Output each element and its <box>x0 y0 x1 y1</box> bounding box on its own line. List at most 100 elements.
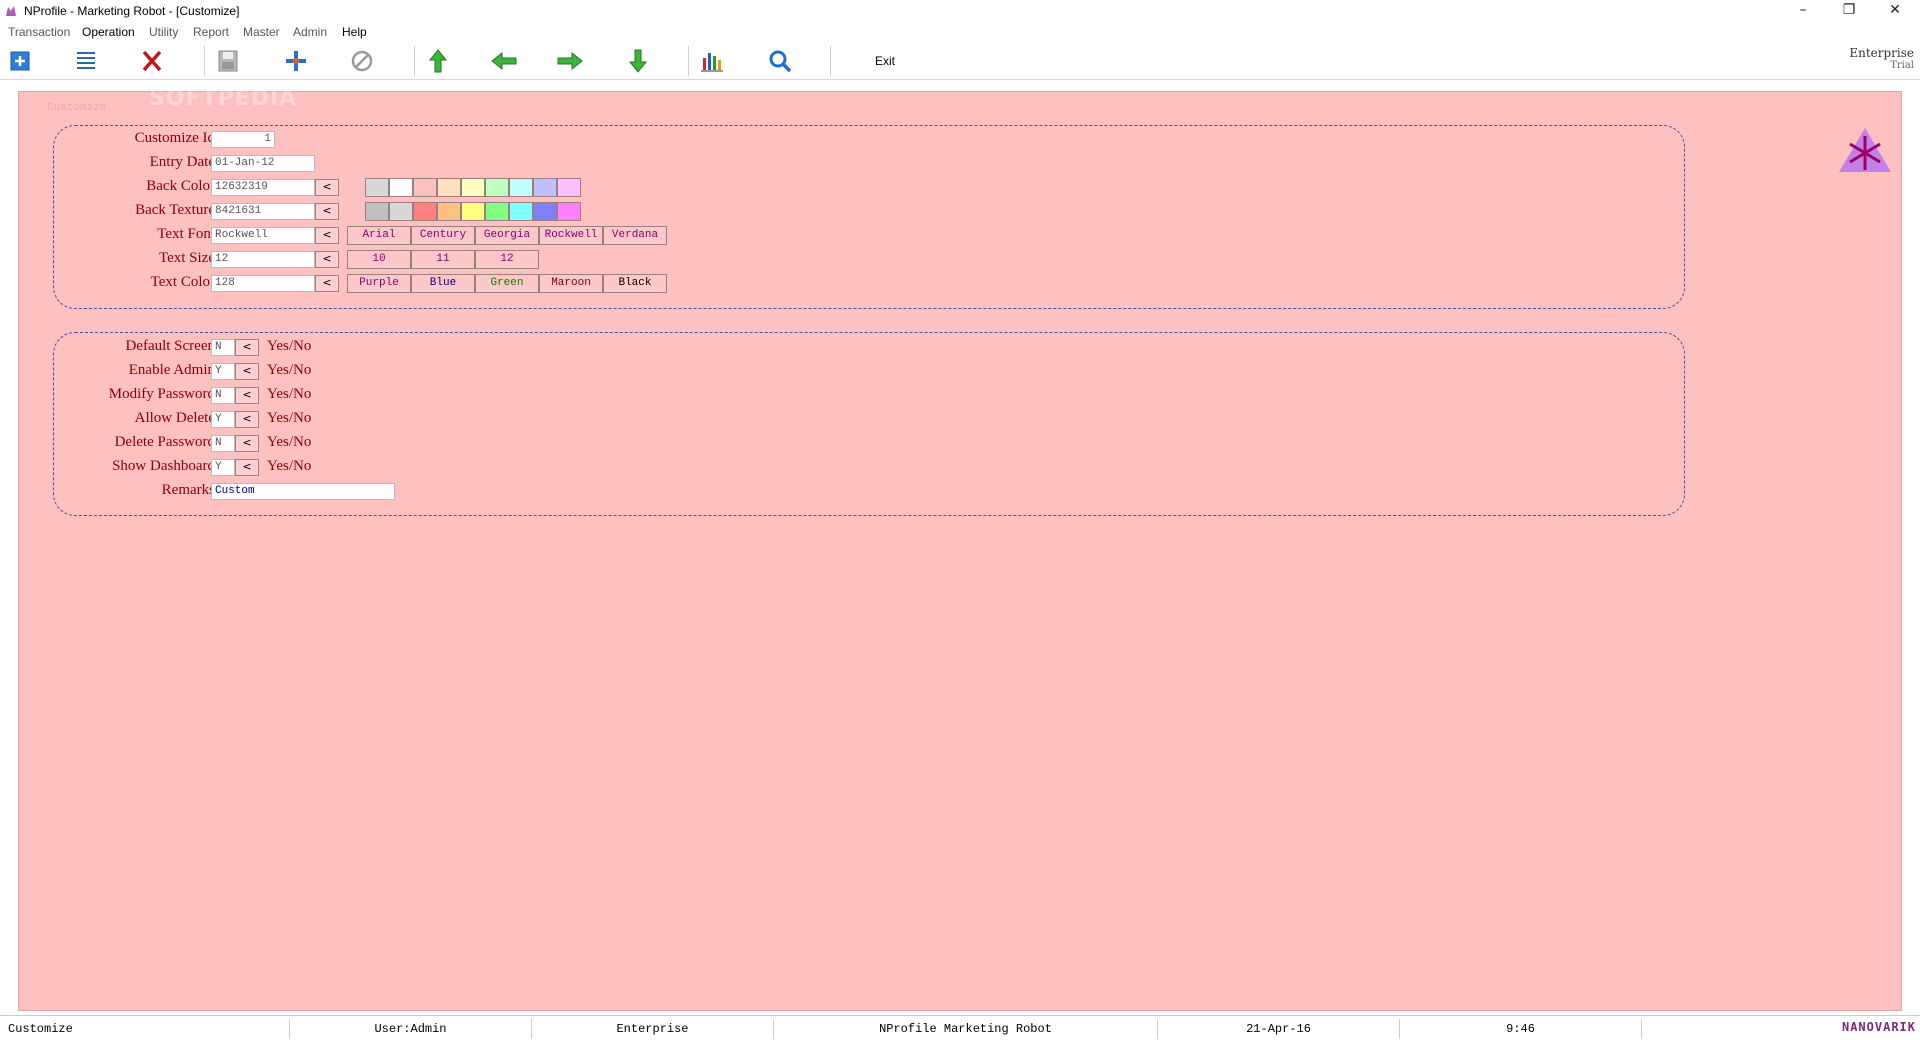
cancel-button[interactable] <box>348 48 376 74</box>
menu-operation[interactable]: Operation <box>82 25 135 39</box>
last-record-button[interactable] <box>624 48 652 74</box>
window-title: NProfile - Marketing Robot - [Customize] <box>24 4 240 18</box>
close-button[interactable]: ✕ <box>1872 0 1918 22</box>
yes-no-hint: Yes/No <box>267 458 312 474</box>
default-screen-pick-button[interactable]: < <box>235 339 259 356</box>
modify-password-label: Modify Password <box>108 386 215 402</box>
back-color-pick-button[interactable]: < <box>315 179 339 196</box>
back-texture-swatch[interactable] <box>413 202 437 221</box>
modify-password-pick-button[interactable]: < <box>235 387 259 404</box>
back-color-swatch[interactable] <box>461 178 485 197</box>
restore-button[interactable]: ❐ <box>1826 0 1872 22</box>
add-button[interactable] <box>282 48 310 74</box>
customize-id-field[interactable]: 1 <box>211 131 275 148</box>
back-texture-swatch[interactable] <box>485 202 509 221</box>
status-user: User:Admin <box>290 1019 532 1039</box>
back-color-swatch[interactable] <box>365 178 389 197</box>
back-texture-swatch[interactable] <box>533 202 557 221</box>
back-texture-swatch[interactable] <box>389 202 413 221</box>
yes-no-hint: Yes/No <box>267 386 312 402</box>
menu-report[interactable]: Report <box>193 25 229 39</box>
font-option-arial[interactable]: Arial <box>347 226 411 245</box>
color-option-purple[interactable]: Purple <box>347 274 411 293</box>
entry-date-field[interactable]: 01-Jan-12 <box>211 155 315 172</box>
text-size-field[interactable]: 12 <box>211 251 315 268</box>
back-texture-pick-button[interactable]: < <box>315 203 339 220</box>
status-screen: Customize <box>0 1019 290 1039</box>
list-button[interactable] <box>72 48 100 74</box>
back-color-swatch[interactable] <box>557 178 581 197</box>
exit-button[interactable]: Exit <box>875 54 895 68</box>
remarks-field[interactable]: Custom <box>211 483 395 500</box>
new-record-button[interactable] <box>6 48 34 74</box>
show-dashboard-pick-button[interactable]: < <box>235 459 259 476</box>
allow-delete-pick-button[interactable]: < <box>235 411 259 428</box>
back-texture-swatch[interactable] <box>437 202 461 221</box>
brand-logo: NANOVARIK <box>1841 1020 1916 1034</box>
back-color-swatch[interactable] <box>509 178 533 197</box>
back-color-swatch[interactable] <box>389 178 413 197</box>
enable-admin-field[interactable]: Y <box>211 363 235 380</box>
new-record-icon <box>10 51 30 71</box>
text-color-pick-button[interactable]: < <box>315 275 339 292</box>
text-font-pick-button[interactable]: < <box>315 227 339 244</box>
modify-password-field[interactable]: N <box>211 387 235 404</box>
delete-button[interactable] <box>138 48 166 74</box>
back-color-field[interactable]: 12632319 <box>211 179 315 196</box>
color-option-black[interactable]: Black <box>603 274 667 293</box>
back-color-swatch[interactable] <box>413 178 437 197</box>
logo-star-icon <box>1839 128 1891 172</box>
allow-delete-field[interactable]: Y <box>211 411 235 428</box>
text-color-field[interactable]: 128 <box>211 275 315 292</box>
toolbar: Exit Enterprise Trial <box>0 42 1920 80</box>
customize-panel: Customize SOFTPEDIA Customize Id 1 Entry… <box>18 86 1902 1011</box>
font-option-verdana[interactable]: Verdana <box>603 226 667 245</box>
yes-no-hint: Yes/No <box>267 362 312 378</box>
back-texture-label: Back Texture <box>135 202 215 218</box>
text-font-field[interactable]: Rockwell <box>211 227 315 244</box>
status-time: 9:46 <box>1400 1019 1642 1039</box>
customize-id-label: Customize Id <box>134 130 215 146</box>
default-screen-field[interactable]: N <box>211 339 235 356</box>
menu-utility[interactable]: Utility <box>149 25 178 39</box>
back-texture-field[interactable]: 8421631 <box>211 203 315 220</box>
default-screen-label: Default Screen <box>125 338 215 354</box>
delete-password-pick-button[interactable]: < <box>235 435 259 452</box>
menu-master[interactable]: Master <box>243 25 280 39</box>
size-option-12[interactable]: 12 <box>475 250 539 269</box>
delete-password-field[interactable]: N <box>211 435 235 452</box>
save-button[interactable] <box>214 48 242 74</box>
text-size-pick-button[interactable]: < <box>315 251 339 268</box>
back-color-swatch[interactable] <box>533 178 557 197</box>
size-option-11[interactable]: 11 <box>411 250 475 269</box>
color-option-maroon[interactable]: Maroon <box>539 274 603 293</box>
bar-chart-icon <box>701 53 723 72</box>
minimize-button[interactable]: – <box>1780 0 1826 22</box>
next-record-button[interactable] <box>556 48 584 74</box>
back-texture-swatch[interactable] <box>365 202 389 221</box>
search-button[interactable] <box>766 48 794 74</box>
edition-sub: Trial <box>1890 60 1914 71</box>
menu-help[interactable]: Help <box>342 25 367 39</box>
enable-admin-pick-button[interactable]: < <box>235 363 259 380</box>
cancel-icon <box>351 50 373 72</box>
font-option-rockwell[interactable]: Rockwell <box>539 226 603 245</box>
previous-record-button[interactable] <box>490 48 518 74</box>
font-option-century[interactable]: Century <box>411 226 475 245</box>
color-option-blue[interactable]: Blue <box>411 274 475 293</box>
remarks-label: Remarks <box>161 482 215 498</box>
menu-admin[interactable]: Admin <box>293 25 327 39</box>
menu-transaction[interactable]: Transaction <box>8 25 70 39</box>
size-option-10[interactable]: 10 <box>347 250 411 269</box>
back-texture-swatch[interactable] <box>461 202 485 221</box>
first-record-button[interactable] <box>424 48 452 74</box>
font-option-georgia[interactable]: Georgia <box>475 226 539 245</box>
chart-button[interactable] <box>698 48 726 74</box>
show-dashboard-field[interactable]: Y <box>211 459 235 476</box>
back-texture-swatch[interactable] <box>557 202 581 221</box>
back-color-swatch[interactable] <box>437 178 461 197</box>
back-color-swatch[interactable] <box>485 178 509 197</box>
color-option-green[interactable]: Green <box>475 274 539 293</box>
back-texture-swatch[interactable] <box>509 202 533 221</box>
arrow-left-icon <box>491 51 517 71</box>
